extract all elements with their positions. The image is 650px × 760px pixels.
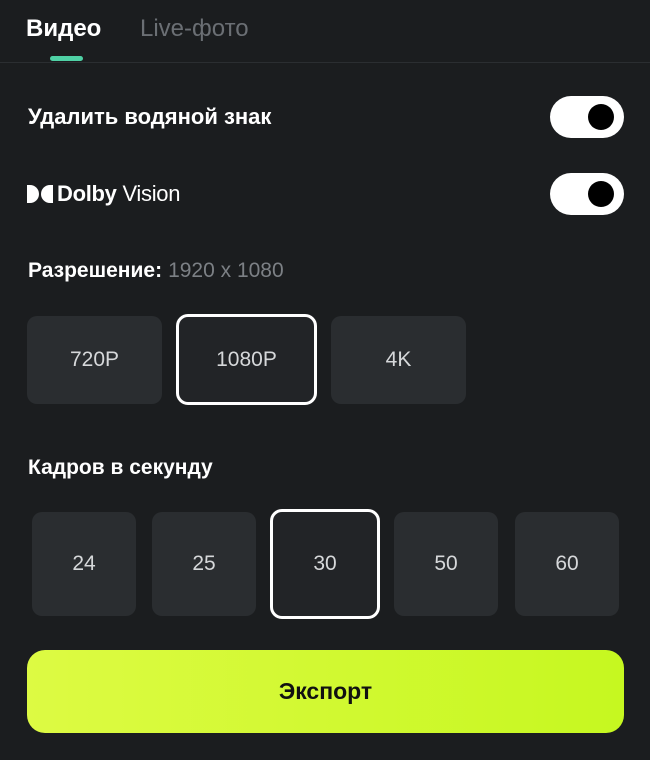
resolution-value: 1920 x 1080	[168, 259, 284, 282]
fps-option-60[interactable]: 60	[515, 512, 619, 616]
dolby-vision-toggle[interactable]	[550, 173, 624, 215]
tab-bar: Видео Live-фото	[0, 0, 650, 63]
resolution-heading: Разрешение: 1920 x 1080	[28, 257, 284, 285]
fps-option-24[interactable]: 24	[32, 512, 136, 616]
dolby-double-d-icon	[27, 185, 53, 203]
remove-watermark-row: Удалить водяной знак	[0, 95, 650, 139]
dolby-product-text: Vision	[122, 181, 181, 206]
resolution-option-1080p[interactable]: 1080P	[176, 314, 317, 405]
toggle-knob	[588, 104, 614, 130]
fps-option-50[interactable]: 50	[394, 512, 498, 616]
export-settings-screen: Видео Live-фото Удалить водяной знак Dol…	[0, 0, 650, 760]
active-tab-indicator	[50, 56, 83, 61]
tab-video[interactable]: Видео	[26, 14, 101, 44]
dolby-vision-logo: Dolby Vision	[27, 180, 180, 208]
resolution-option-4k[interactable]: 4K	[331, 316, 466, 404]
remove-watermark-label: Удалить водяной знак	[28, 104, 272, 129]
toggle-knob	[588, 181, 614, 207]
resolution-option-720p[interactable]: 720P	[27, 316, 162, 404]
fps-option-30[interactable]: 30	[270, 509, 380, 619]
fps-heading: Кадров в секунду	[28, 456, 213, 479]
fps-option-25[interactable]: 25	[152, 512, 256, 616]
dolby-vision-row: Dolby Vision	[0, 172, 650, 216]
resolution-label: Разрешение:	[28, 259, 163, 282]
dolby-brand-text: Dolby	[57, 181, 117, 206]
remove-watermark-toggle[interactable]	[550, 96, 624, 138]
export-button[interactable]: Экспорт	[27, 650, 624, 733]
tab-live-photo[interactable]: Live-фото	[140, 14, 249, 44]
